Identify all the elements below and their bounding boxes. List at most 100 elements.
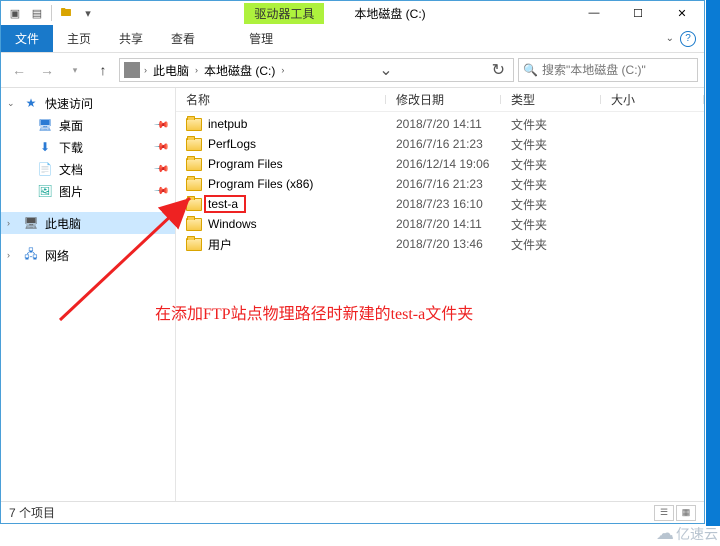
chevron-right-icon[interactable]: › [144, 65, 147, 75]
sidebar-item-documents[interactable]: 📄 文档 📌 [1, 158, 175, 180]
search-box[interactable]: 🔍 [518, 58, 698, 82]
pin-icon: 📌 [152, 139, 169, 156]
chevron-right-icon[interactable]: › [7, 250, 17, 260]
folder-icon [186, 118, 202, 131]
file-date: 2018/7/20 14:11 [386, 217, 501, 231]
close-button[interactable]: ✕ [660, 1, 704, 25]
file-name: test-a [208, 197, 238, 211]
address-bar[interactable]: › 此电脑 › 本地磁盘 (C:) › ⌄ ↻ [119, 58, 514, 82]
file-tab[interactable]: 文件 [1, 25, 53, 52]
sidebar-item-label: 图片 [59, 183, 83, 200]
folder-icon [186, 238, 202, 251]
explorer-window: ▣ ▤ 🖿 ▾ 驱动器工具 本地磁盘 (C:) — ☐ ✕ 文件 主页 共享 查… [0, 0, 705, 524]
chevron-right-icon[interactable]: › [195, 65, 198, 75]
folder-icon [186, 198, 202, 211]
table-row[interactable]: inetpub2018/7/20 14:11文件夹 [176, 114, 704, 134]
table-row[interactable]: 用户 2018/7/20 13:46文件夹 [176, 234, 704, 254]
thumbnails-view-icon[interactable]: ▦ [676, 505, 696, 521]
folder-icon [186, 218, 202, 231]
col-size[interactable]: 大小 [601, 91, 704, 108]
file-date: 2018/7/20 14:11 [386, 117, 501, 131]
table-row[interactable]: Windows2018/7/20 14:11文件夹 [176, 214, 704, 234]
file-name: PerfLogs [208, 137, 256, 151]
item-count: 7 个项目 [9, 504, 55, 521]
file-type: 文件夹 [501, 216, 601, 233]
nav-sidebar: ⌄ ★ 快速访问 🖥 桌面 📌 ⬇ 下载 📌 📄 文档 📌 🖼 图片 [1, 88, 176, 501]
table-row[interactable]: PerfLogs2016/7/16 21:23文件夹 [176, 134, 704, 154]
column-headers: 名称 修改日期 类型 大小 [176, 88, 704, 112]
expand-ribbon-icon[interactable]: ⌄ [666, 33, 674, 44]
minimize-button[interactable]: — [572, 1, 616, 25]
pin-icon: 📌 [152, 117, 169, 134]
body: ⌄ ★ 快速访问 🖥 桌面 📌 ⬇ 下载 📌 📄 文档 📌 🖼 图片 [1, 87, 704, 501]
breadcrumb-thispc[interactable]: 此电脑 [151, 62, 191, 79]
qat-dropdown-icon[interactable]: ▾ [78, 3, 98, 23]
pc-icon: 🖥 [23, 215, 39, 231]
download-icon: ⬇ [37, 139, 53, 155]
back-button[interactable]: ← [7, 58, 31, 82]
breadcrumb-drive[interactable]: 本地磁盘 (C:) [202, 62, 277, 79]
file-type: 文件夹 [501, 136, 601, 153]
sidebar-item-label: 下载 [59, 139, 83, 156]
drive-icon [124, 62, 140, 78]
sidebar-network[interactable]: › 🖧 网络 [1, 244, 175, 266]
file-date: 2016/12/14 19:06 [386, 157, 501, 171]
col-type[interactable]: 类型 [501, 91, 601, 108]
tab-manage[interactable]: 管理 [235, 25, 287, 52]
annotation-text: 在添加FTP站点物理路径时新建的test-a文件夹 [155, 300, 473, 324]
document-icon: 📄 [37, 161, 53, 177]
sidebar-item-downloads[interactable]: ⬇ 下载 📌 [1, 136, 175, 158]
pin-icon: 📌 [152, 183, 169, 200]
table-row[interactable]: Program Files2016/12/14 19:06文件夹 [176, 154, 704, 174]
cloud-icon: ☁ [656, 523, 674, 544]
app-icon: ▣ [5, 3, 25, 23]
file-date: 2018/7/23 16:10 [386, 197, 501, 211]
file-name: inetpub [208, 117, 247, 131]
file-name: 用户 [208, 236, 232, 253]
sidebar-item-label: 快速访问 [45, 95, 93, 112]
quick-access-toolbar: ▣ ▤ 🖿 ▾ [1, 3, 98, 23]
watermark-text: 亿速云 [676, 524, 718, 544]
new-folder-icon[interactable]: 🖿 [56, 3, 76, 23]
col-name[interactable]: 名称 [176, 91, 386, 108]
chevron-right-icon[interactable]: › [7, 218, 17, 228]
tab-share[interactable]: 共享 [105, 25, 157, 52]
recent-dropdown[interactable]: ▾ [63, 58, 87, 82]
search-input[interactable] [542, 63, 697, 77]
main-pane: 名称 修改日期 类型 大小 inetpub2018/7/20 14:11文件夹P… [176, 88, 704, 501]
view-toggles: ☰ ▦ [654, 505, 696, 521]
chevron-down-icon[interactable]: ⌄ [7, 98, 17, 109]
file-type: 文件夹 [501, 176, 601, 193]
address-dropdown-icon[interactable]: ⌄ [375, 60, 396, 80]
forward-button[interactable]: → [35, 58, 59, 82]
picture-icon: 🖼 [37, 183, 53, 199]
sidebar-quick-access[interactable]: ⌄ ★ 快速访问 [1, 92, 175, 114]
status-bar: 7 个项目 ☰ ▦ [1, 501, 704, 523]
help-icon[interactable]: ? [680, 31, 696, 47]
chevron-right-icon[interactable]: › [281, 65, 284, 75]
ribbon-context-badge: 驱动器工具 [244, 3, 324, 24]
watermark: ☁ 亿速云 [656, 523, 718, 544]
tab-view[interactable]: 查看 [157, 25, 209, 52]
sidebar-this-pc[interactable]: › 🖥 此电脑 [1, 212, 175, 234]
table-row[interactable]: test-a 2018/7/23 16:10文件夹 [176, 194, 704, 214]
details-view-icon[interactable]: ☰ [654, 505, 674, 521]
table-row[interactable]: Program Files (x86)2016/7/16 21:23文件夹 [176, 174, 704, 194]
properties-icon[interactable]: ▤ [27, 3, 47, 23]
file-date: 2018/7/20 13:46 [386, 237, 501, 251]
folder-icon [186, 178, 202, 191]
up-button[interactable]: ↑ [91, 58, 115, 82]
tab-home[interactable]: 主页 [53, 25, 105, 52]
col-date[interactable]: 修改日期 [386, 91, 501, 108]
folder-icon [186, 158, 202, 171]
sidebar-item-desktop[interactable]: 🖥 桌面 📌 [1, 114, 175, 136]
file-type: 文件夹 [501, 236, 601, 253]
maximize-button[interactable]: ☐ [616, 1, 660, 25]
title-bar: ▣ ▤ 🖿 ▾ 驱动器工具 本地磁盘 (C:) — ☐ ✕ [1, 1, 704, 25]
refresh-icon[interactable]: ↻ [488, 60, 509, 80]
sidebar-item-label: 此电脑 [45, 215, 81, 232]
file-date: 2016/7/16 21:23 [386, 177, 501, 191]
file-type: 文件夹 [501, 196, 601, 213]
address-bar-row: ← → ▾ ↑ › 此电脑 › 本地磁盘 (C:) › ⌄ ↻ 🔍 [1, 53, 704, 87]
sidebar-item-pictures[interactable]: 🖼 图片 📌 [1, 180, 175, 202]
